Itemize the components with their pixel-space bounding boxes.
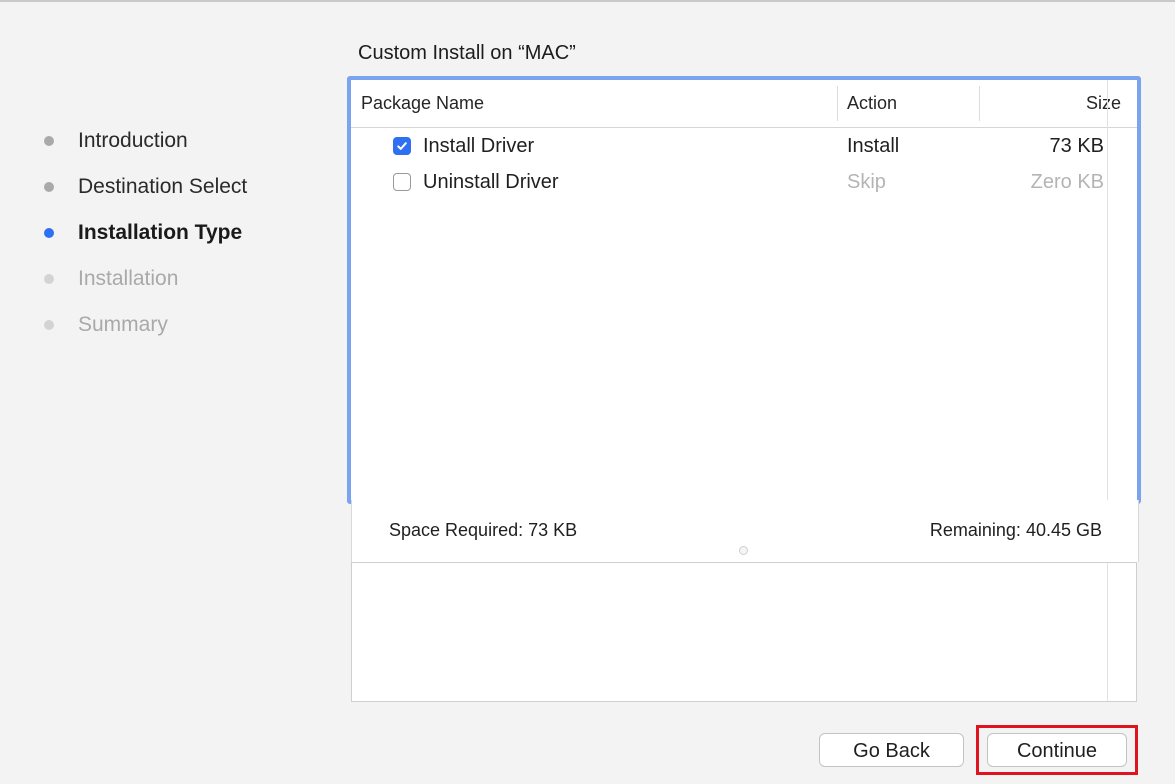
column-header-size[interactable]: Size [981,80,1121,127]
step-label: Installation [78,267,179,290]
scroll-gutter [1107,80,1108,500]
package-name-cell: Install Driver [393,128,534,164]
column-separator [979,86,980,121]
go-back-button[interactable]: Go Back [819,733,964,767]
step-summary: Summary [44,302,334,348]
step-label: Destination Select [78,175,248,198]
continue-highlight: Continue [976,725,1138,775]
column-header-package-name[interactable]: Package Name [361,80,484,127]
space-required: Space Required: 73 KB [389,520,578,540]
uninstall-driver-checkbox[interactable] [393,173,411,191]
step-label: Introduction [78,129,188,152]
table-row[interactable]: Install Driver Install 73 KB [351,128,1137,164]
step-dot-icon [44,136,54,146]
table-row[interactable]: Uninstall Driver Skip Zero KB [351,164,1137,200]
continue-button[interactable]: Continue [987,733,1127,767]
step-dot-icon [44,228,54,238]
package-name-cell: Uninstall Driver [393,164,559,200]
package-action: Skip [847,171,886,193]
package-action: Install [847,135,900,157]
space-remaining: Remaining: 40.45 GB [929,520,1102,540]
step-introduction: Introduction [44,118,334,164]
package-name: Install Driver [423,135,535,157]
split-handle-icon[interactable] [739,546,748,555]
space-info-bar: Space Required: 73 KB Remaining: 40.45 G… [351,500,1139,562]
step-installation: Installation [44,256,334,302]
package-name: Uninstall Driver [423,171,559,193]
column-header-action[interactable]: Action [847,80,897,127]
installer-steps: Introduction Destination Select Installa… [44,118,334,348]
install-driver-checkbox[interactable] [393,137,411,155]
package-size: Zero KB [1030,171,1104,193]
step-label: Summary [78,313,168,336]
table-header: Package Name Action Size [351,80,1137,128]
checkmark-icon [397,142,407,150]
step-dot-icon [44,182,54,192]
page-title: Custom Install on “MAC” [358,42,576,64]
step-installation-type: Installation Type [44,210,334,256]
window-top-edge [0,0,1175,2]
step-label: Installation Type [78,221,243,244]
package-table[interactable]: Package Name Action Size Install Driver … [347,76,1141,504]
step-dot-icon [44,274,54,284]
package-size: 73 KB [1049,135,1104,157]
step-dot-icon [44,320,54,330]
package-description-pane [351,562,1137,702]
step-destination-select: Destination Select [44,164,334,210]
column-separator [837,86,838,121]
scroll-gutter [1107,563,1108,701]
